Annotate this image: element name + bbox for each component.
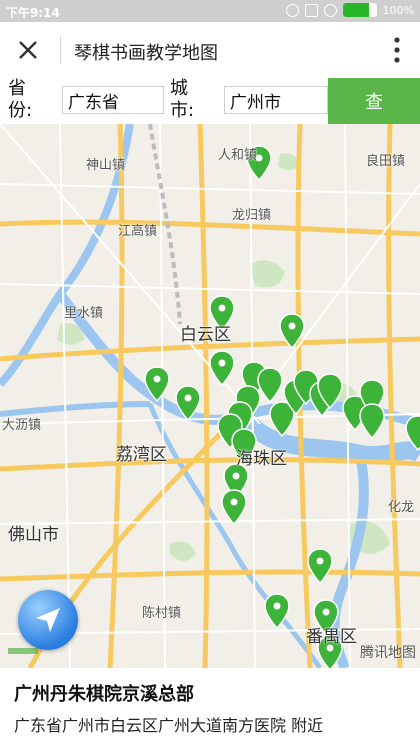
place-label: 龙归镇 <box>232 208 272 223</box>
place-label: 荔湾区 <box>116 445 167 465</box>
search-button[interactable]: 查 <box>328 78 420 124</box>
title-bar: 琴棋书画教学地图 <box>0 22 420 79</box>
place-label: 人和镇 <box>218 148 258 163</box>
close-icon <box>19 41 37 59</box>
battery-icon <box>342 3 377 17</box>
place-label: 海珠区 <box>236 449 287 469</box>
map-scale <box>8 648 38 654</box>
map-view[interactable]: 人和镇 神山镇 良田镇 江高镇 龙归镇 里水镇 白云区 大沥镇 荔湾区 海珠区 … <box>0 124 420 668</box>
status-icons: 100% <box>285 3 414 17</box>
alarm-icon <box>285 3 299 17</box>
province-label: 省份: <box>8 78 33 121</box>
title-divider <box>60 36 61 64</box>
wifi-icon <box>323 3 337 17</box>
place-label: 里水镇 <box>64 306 104 321</box>
place-label: 化龙 <box>388 500 415 515</box>
city-label: 城市: <box>170 78 195 121</box>
place-label: 江高镇 <box>118 224 158 239</box>
place-label: 神山镇 <box>86 158 126 173</box>
place-label: 良田镇 <box>366 154 406 169</box>
navigation-arrow-icon <box>36 608 60 632</box>
map-attribution: 腾讯地图 <box>360 645 416 661</box>
place-label: 白云区 <box>180 325 231 345</box>
place-name: 广州丹朱棋院京溪总部 <box>14 684 194 705</box>
vibrate-icon <box>304 3 318 17</box>
locate-button[interactable] <box>18 590 78 650</box>
place-info-panel[interactable]: 广州丹朱棋院京溪总部 广东省广州市白云区广州大道南方医院 附近 <box>0 668 420 747</box>
close-button[interactable] <box>6 30 50 70</box>
search-row: 省份: 城市: 查 <box>0 78 420 124</box>
place-label: 陈村镇 <box>142 606 182 621</box>
page-title: 琴棋书画教学地图 <box>74 43 218 64</box>
status-time: 下午9:14 <box>6 6 60 20</box>
place-label: 番禺区 <box>306 627 357 647</box>
place-label: 大沥镇 <box>2 418 42 433</box>
place-label: 佛山市 <box>8 525 59 545</box>
more-button[interactable] <box>386 32 408 68</box>
place-address: 广东省广州市白云区广州大道南方医院 附近 <box>14 716 324 735</box>
map-base <box>0 124 420 668</box>
battery-level: 100% <box>382 3 414 17</box>
province-input[interactable] <box>62 86 164 114</box>
more-vertical-icon <box>394 37 400 63</box>
city-input[interactable] <box>224 86 328 114</box>
status-bar: 下午9:14 100% <box>0 0 420 22</box>
